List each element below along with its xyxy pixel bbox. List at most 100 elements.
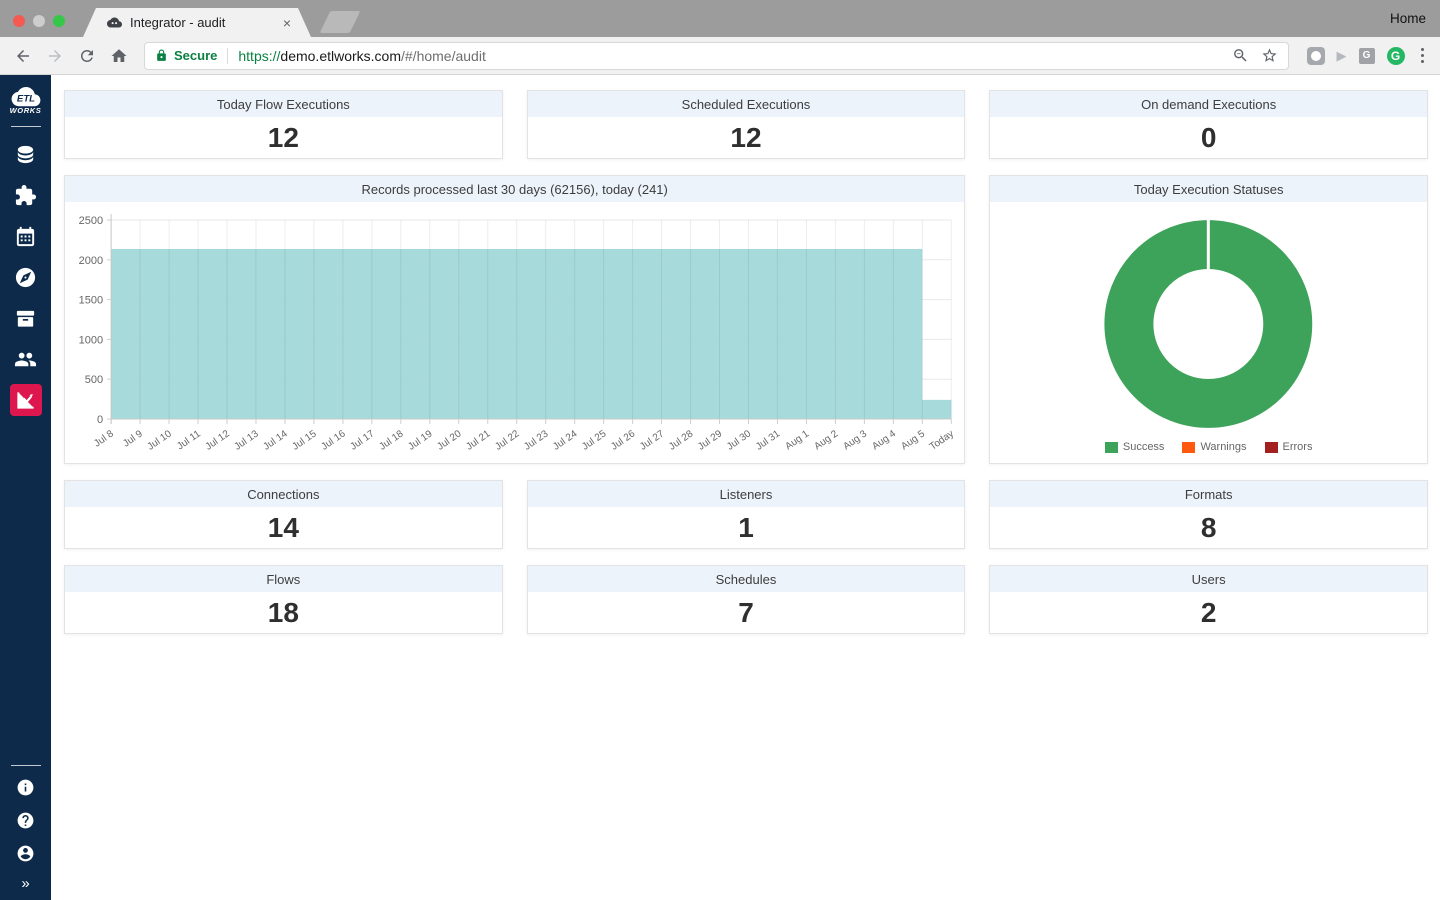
- stat-card-on-demand-executions: On demand Executions 0: [989, 90, 1428, 159]
- warnings-swatch: [1182, 441, 1196, 453]
- tab-close-icon[interactable]: ×: [283, 16, 291, 30]
- browser-menu-icon[interactable]: [1417, 47, 1429, 64]
- stat-value: 7: [738, 597, 754, 628]
- users-group-icon: [14, 352, 37, 366]
- card-title: Formats: [990, 481, 1427, 507]
- svg-text:Aug 5: Aug 5: [899, 428, 927, 452]
- sidebar-item-explorer[interactable]: [10, 261, 42, 293]
- extension-icon[interactable]: [1306, 46, 1325, 65]
- sidebar-item-users[interactable]: [10, 343, 42, 375]
- legend-item-success: Success: [1104, 441, 1164, 453]
- zoom-window-button[interactable]: [53, 15, 65, 27]
- browser-toolbar: Secure https://demo.etlworks.com/#/home/…: [0, 37, 1440, 75]
- calendar-icon: [16, 226, 35, 246]
- sidebar-item-formats[interactable]: [10, 179, 42, 211]
- sidebar-item-flows[interactable]: [10, 302, 42, 334]
- svg-text:0: 0: [97, 414, 103, 426]
- close-window-button[interactable]: [13, 15, 25, 27]
- browser-tab[interactable]: Integrator - audit ×: [83, 8, 311, 37]
- extension-g-icon[interactable]: G: [1358, 47, 1375, 64]
- account-icon: [17, 845, 34, 861]
- database-icon: [17, 145, 34, 163]
- stat-card-flows: Flows 18: [64, 565, 503, 634]
- stat-value: 18: [267, 597, 299, 628]
- legend-item-errors: Errors: [1264, 441, 1312, 453]
- puzzle-icon: [15, 184, 37, 205]
- svg-text:Jul 31: Jul 31: [754, 428, 783, 453]
- stat-value: 14: [267, 512, 299, 543]
- svg-text:Aug 2: Aug 2: [812, 428, 840, 452]
- url-text: https://demo.etlworks.com/#/home/audit: [238, 47, 486, 64]
- svg-text:Jul 14: Jul 14: [261, 428, 290, 453]
- execution-statuses-card: Today Execution Statuses Success Warning…: [989, 175, 1428, 464]
- svg-text:Jul 19: Jul 19: [406, 428, 435, 453]
- svg-text:Jul 21: Jul 21: [464, 428, 493, 453]
- sidebar-item-audit-active[interactable]: [9, 384, 42, 416]
- sidebar-bottom-divider: [10, 765, 41, 766]
- card-title: Flows: [65, 566, 502, 592]
- address-bar[interactable]: Secure https://demo.etlworks.com/#/home/…: [144, 41, 1289, 70]
- svg-text:Jul 28: Jul 28: [667, 428, 696, 453]
- svg-text:Jul 8: Jul 8: [92, 428, 116, 449]
- frame-home-label: Home: [1389, 11, 1426, 26]
- svg-text:500: 500: [85, 374, 103, 386]
- stat-value: 12: [267, 122, 299, 153]
- sidebar-expand-icon[interactable]: »: [21, 875, 29, 892]
- card-title: Scheduled Executions: [527, 91, 965, 117]
- svg-text:Jul 22: Jul 22: [493, 428, 522, 453]
- svg-text:Jul 18: Jul 18: [377, 428, 406, 453]
- svg-text:Jul 26: Jul 26: [609, 428, 638, 453]
- etlworks-logo: ETL: [11, 87, 40, 107]
- omnibox-separator: [227, 47, 229, 64]
- card-title: Today Flow Executions: [65, 91, 502, 117]
- svg-text:Aug 1: Aug 1: [783, 428, 811, 452]
- info-icon: [17, 779, 34, 795]
- card-title: Connections: [65, 481, 502, 507]
- sidebar-item-connections[interactable]: [10, 138, 42, 170]
- svg-text:Jul 12: Jul 12: [204, 428, 233, 453]
- chart-title: Records processed last 30 days (62156), …: [65, 176, 965, 202]
- stat-value: 12: [730, 122, 762, 153]
- zoom-out-icon[interactable]: [1232, 47, 1249, 64]
- svg-text:Jul 24: Jul 24: [551, 428, 580, 453]
- svg-text:Jul 20: Jul 20: [435, 428, 464, 453]
- execution-status-donut-chart: [1104, 219, 1313, 428]
- minimize-window-button[interactable]: [33, 15, 45, 27]
- stat-card-schedules: Schedules 7: [526, 565, 966, 634]
- sidebar-item-schedules[interactable]: [10, 220, 42, 252]
- records-area-chart: 05001000150020002500Jul 8 Jul 9 Jul 10 Jul …: [79, 214, 956, 453]
- grammarly-icon[interactable]: G: [1386, 46, 1405, 65]
- lock-icon: [157, 49, 166, 61]
- sidebar-item-about[interactable]: [12, 773, 40, 801]
- svg-text:Aug 4: Aug 4: [870, 428, 898, 452]
- home-button[interactable]: [106, 43, 132, 69]
- records-processed-chart-card: Records processed last 30 days (62156), …: [64, 175, 966, 464]
- new-tab-button[interactable]: [319, 11, 361, 33]
- refresh-button[interactable]: [74, 43, 100, 69]
- card-title: On demand Executions: [990, 91, 1427, 117]
- stat-value: 8: [1200, 512, 1217, 543]
- errors-swatch: [1264, 441, 1278, 453]
- logo-works-label: WORKS: [9, 106, 42, 115]
- back-button[interactable]: [10, 43, 36, 69]
- extension-play-icon[interactable]: ▶: [1337, 48, 1347, 64]
- tab-title: Integrator - audit: [130, 15, 226, 30]
- legend-item-warnings: Warnings: [1182, 441, 1247, 453]
- card-title: Schedules: [527, 566, 965, 592]
- card-title: Listeners: [527, 481, 965, 507]
- forward-button[interactable]: [42, 43, 68, 69]
- tab-favicon-cloud-icon: [107, 15, 122, 30]
- svg-text:2000: 2000: [79, 255, 104, 267]
- svg-text:Aug 3: Aug 3: [841, 428, 869, 452]
- bookmark-star-icon[interactable]: [1261, 47, 1278, 64]
- svg-text:1000: 1000: [79, 334, 104, 346]
- sidebar-item-help[interactable]: [12, 806, 40, 834]
- stat-value: 2: [1200, 597, 1217, 628]
- stat-value: 1: [738, 512, 754, 543]
- sidebar-divider: [10, 126, 41, 127]
- stat-value: 0: [1200, 122, 1217, 153]
- sidebar-item-account[interactable]: [12, 839, 40, 867]
- svg-text:Jul 10: Jul 10: [146, 428, 175, 453]
- chart-icon: [17, 391, 34, 409]
- help-icon: [17, 812, 34, 828]
